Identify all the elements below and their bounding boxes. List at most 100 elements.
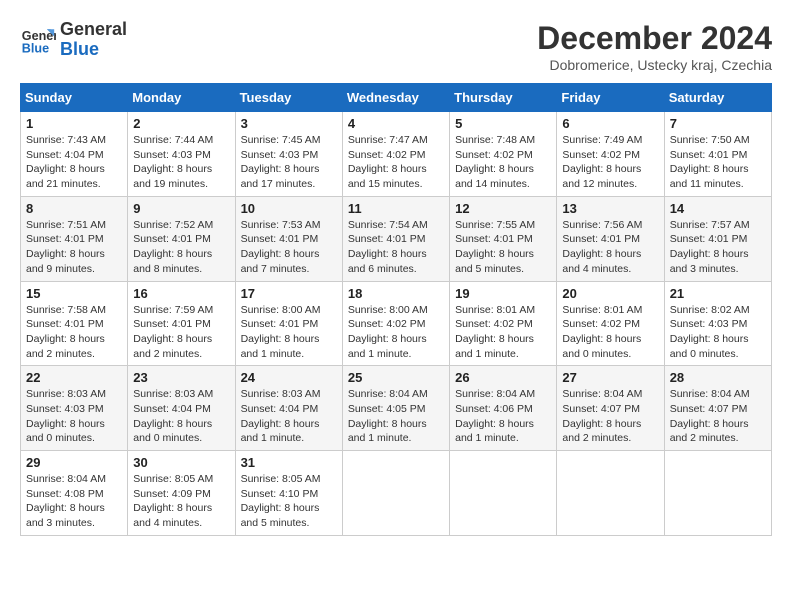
weekday-tuesday: Tuesday — [235, 84, 342, 112]
day-info: Sunrise: 7:49 AMSunset: 4:02 PMDaylight:… — [562, 133, 658, 192]
calendar-cell: 21 Sunrise: 8:02 AMSunset: 4:03 PMDayligh… — [664, 281, 771, 366]
day-number: 7 — [670, 116, 766, 131]
day-info: Sunrise: 7:47 AMSunset: 4:02 PMDaylight:… — [348, 133, 444, 192]
day-number: 26 — [455, 370, 551, 385]
calendar-cell: 1Sunrise: 7:43 AMSunset: 4:04 PMDaylight… — [21, 112, 128, 197]
day-info: Sunrise: 8:02 AMSunset: 4:03 PMDaylight:… — [670, 303, 766, 362]
calendar-cell: 15 Sunrise: 7:58 AMSunset: 4:01 PMDayligh… — [21, 281, 128, 366]
day-number: 14 — [670, 201, 766, 216]
day-number: 12 — [455, 201, 551, 216]
day-info: Sunrise: 8:04 AMSunset: 4:07 PMDaylight:… — [562, 387, 658, 446]
calendar-cell: 16 Sunrise: 7:59 AMSunset: 4:01 PMDayligh… — [128, 281, 235, 366]
day-info: Sunrise: 7:55 AMSunset: 4:01 PMDaylight:… — [455, 218, 551, 277]
calendar-cell: 18 Sunrise: 8:00 AMSunset: 4:02 PMDayligh… — [342, 281, 449, 366]
day-info: Sunrise: 8:04 AMSunset: 4:06 PMDaylight:… — [455, 387, 551, 446]
day-info: Sunrise: 8:00 AMSunset: 4:01 PMDaylight:… — [241, 303, 337, 362]
day-info: Sunrise: 7:44 AMSunset: 4:03 PMDaylight:… — [133, 133, 229, 192]
week-row-4: 22 Sunrise: 8:03 AMSunset: 4:03 PMDayligh… — [21, 366, 772, 451]
day-number: 11 — [348, 201, 444, 216]
day-info: Sunrise: 7:45 AMSunset: 4:03 PMDaylight:… — [241, 133, 337, 192]
calendar-cell: 31Sunrise: 8:05 AMSunset: 4:10 PMDayligh… — [235, 451, 342, 536]
week-row-3: 15 Sunrise: 7:58 AMSunset: 4:01 PMDayligh… — [21, 281, 772, 366]
weekday-header-row: SundayMondayTuesdayWednesdayThursdayFrid… — [21, 84, 772, 112]
svg-text:Blue: Blue — [22, 41, 49, 55]
calendar-body: 1Sunrise: 7:43 AMSunset: 4:04 PMDaylight… — [21, 112, 772, 536]
day-number: 30 — [133, 455, 229, 470]
calendar-cell — [450, 451, 557, 536]
calendar-cell: 14 Sunrise: 7:57 AMSunset: 4:01 PMDayligh… — [664, 196, 771, 281]
calendar-cell: 6 Sunrise: 7:49 AMSunset: 4:02 PMDaylight… — [557, 112, 664, 197]
title-block: December 2024 Dobromerice, Ustecky kraj,… — [537, 20, 772, 73]
calendar-cell — [557, 451, 664, 536]
calendar-cell — [342, 451, 449, 536]
weekday-sunday: Sunday — [21, 84, 128, 112]
calendar-cell: 3 Sunrise: 7:45 AMSunset: 4:03 PMDaylight… — [235, 112, 342, 197]
day-number: 28 — [670, 370, 766, 385]
calendar-cell: 10 Sunrise: 7:53 AMSunset: 4:01 PMDayligh… — [235, 196, 342, 281]
day-number: 4 — [348, 116, 444, 131]
calendar-cell: 26 Sunrise: 8:04 AMSunset: 4:06 PMDayligh… — [450, 366, 557, 451]
day-number: 21 — [670, 286, 766, 301]
calendar-cell: 2 Sunrise: 7:44 AMSunset: 4:03 PMDaylight… — [128, 112, 235, 197]
day-number: 29 — [26, 455, 122, 470]
day-number: 6 — [562, 116, 658, 131]
page-header: General Blue General Blue December 2024 … — [20, 20, 772, 73]
calendar-cell: 13 Sunrise: 7:56 AMSunset: 4:01 PMDayligh… — [557, 196, 664, 281]
day-info: Sunrise: 7:59 AMSunset: 4:01 PMDaylight:… — [133, 303, 229, 362]
calendar-cell: 12 Sunrise: 7:55 AMSunset: 4:01 PMDayligh… — [450, 196, 557, 281]
calendar-cell: 8Sunrise: 7:51 AMSunset: 4:01 PMDaylight… — [21, 196, 128, 281]
day-number: 19 — [455, 286, 551, 301]
calendar-cell: 23Sunrise: 8:03 AMSunset: 4:04 PMDayligh… — [128, 366, 235, 451]
day-info: Sunrise: 7:54 AMSunset: 4:01 PMDaylight:… — [348, 218, 444, 277]
day-number: 23 — [133, 370, 229, 385]
day-number: 17 — [241, 286, 337, 301]
weekday-wednesday: Wednesday — [342, 84, 449, 112]
day-number: 1 — [26, 116, 122, 131]
day-number: 10 — [241, 201, 337, 216]
calendar-cell: 30Sunrise: 8:05 AMSunset: 4:09 PMDayligh… — [128, 451, 235, 536]
day-info: Sunrise: 8:03 AMSunset: 4:04 PMDaylight:… — [241, 387, 337, 446]
day-info: Sunrise: 7:58 AMSunset: 4:01 PMDaylight:… — [26, 303, 122, 362]
day-info: Sunrise: 8:01 AMSunset: 4:02 PMDaylight:… — [455, 303, 551, 362]
day-info: Sunrise: 7:51 AMSunset: 4:01 PMDaylight:… — [26, 218, 122, 277]
week-row-1: 1Sunrise: 7:43 AMSunset: 4:04 PMDaylight… — [21, 112, 772, 197]
day-number: 18 — [348, 286, 444, 301]
calendar-cell — [664, 451, 771, 536]
week-row-2: 8Sunrise: 7:51 AMSunset: 4:01 PMDaylight… — [21, 196, 772, 281]
weekday-friday: Friday — [557, 84, 664, 112]
calendar-cell: 4 Sunrise: 7:47 AMSunset: 4:02 PMDaylight… — [342, 112, 449, 197]
day-number: 2 — [133, 116, 229, 131]
day-info: Sunrise: 8:00 AMSunset: 4:02 PMDaylight:… — [348, 303, 444, 362]
calendar-cell: 29Sunrise: 8:04 AMSunset: 4:08 PMDayligh… — [21, 451, 128, 536]
calendar-cell: 25Sunrise: 8:04 AMSunset: 4:05 PMDayligh… — [342, 366, 449, 451]
calendar-cell: 28 Sunrise: 8:04 AMSunset: 4:07 PMDayligh… — [664, 366, 771, 451]
location: Dobromerice, Ustecky kraj, Czechia — [537, 57, 772, 73]
day-info: Sunrise: 7:57 AMSunset: 4:01 PMDaylight:… — [670, 218, 766, 277]
day-info: Sunrise: 7:53 AMSunset: 4:01 PMDaylight:… — [241, 218, 337, 277]
week-row-5: 29Sunrise: 8:04 AMSunset: 4:08 PMDayligh… — [21, 451, 772, 536]
calendar-cell: 11 Sunrise: 7:54 AMSunset: 4:01 PMDayligh… — [342, 196, 449, 281]
day-number: 3 — [241, 116, 337, 131]
calendar-cell: 19 Sunrise: 8:01 AMSunset: 4:02 PMDayligh… — [450, 281, 557, 366]
day-info: Sunrise: 7:50 AMSunset: 4:01 PMDaylight:… — [670, 133, 766, 192]
day-number: 13 — [562, 201, 658, 216]
day-number: 25 — [348, 370, 444, 385]
day-number: 5 — [455, 116, 551, 131]
calendar-cell: 27Sunrise: 8:04 AMSunset: 4:07 PMDayligh… — [557, 366, 664, 451]
day-number: 16 — [133, 286, 229, 301]
day-number: 22 — [26, 370, 122, 385]
calendar-cell: 17 Sunrise: 8:00 AMSunset: 4:01 PMDayligh… — [235, 281, 342, 366]
day-number: 24 — [241, 370, 337, 385]
day-number: 20 — [562, 286, 658, 301]
calendar-cell: 5Sunrise: 7:48 AMSunset: 4:02 PMDaylight… — [450, 112, 557, 197]
calendar-table: SundayMondayTuesdayWednesdayThursdayFrid… — [20, 83, 772, 536]
day-info: Sunrise: 7:56 AMSunset: 4:01 PMDaylight:… — [562, 218, 658, 277]
logo-icon: General Blue — [20, 22, 56, 58]
day-info: Sunrise: 8:01 AMSunset: 4:02 PMDaylight:… — [562, 303, 658, 362]
day-number: 15 — [26, 286, 122, 301]
weekday-saturday: Saturday — [664, 84, 771, 112]
calendar-cell: 7 Sunrise: 7:50 AMSunset: 4:01 PMDaylight… — [664, 112, 771, 197]
day-info: Sunrise: 8:04 AMSunset: 4:07 PMDaylight:… — [670, 387, 766, 446]
day-info: Sunrise: 8:03 AMSunset: 4:03 PMDaylight:… — [26, 387, 122, 446]
logo-text-blue: Blue — [60, 40, 127, 60]
